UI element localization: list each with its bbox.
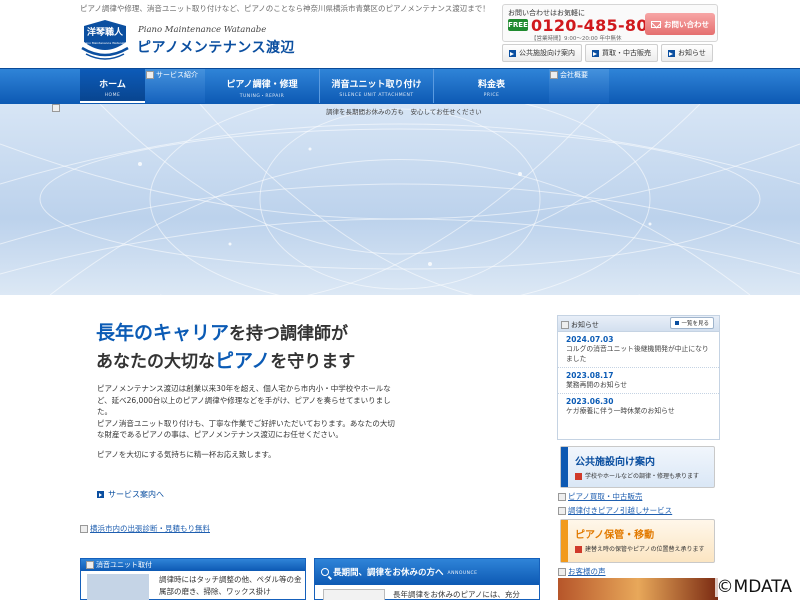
search-icon — [321, 568, 329, 576]
long-rest-box: 長期間、調律をお休みの方へ ANNOUNCE 長年調律をお休みのピアノには、充分 — [314, 558, 540, 600]
long-rest-box-text: 長年調律をお休みのピアノには、充分 — [393, 590, 520, 599]
contact-box: お問い合わせはお気軽に FREE 0120-485-808 【営業時間】9:00… — [502, 4, 718, 42]
header-tagline: ピアノ調律や修理、消音ユニット取り付けなど、ピアノのことなら神奈川県横浜市青葉区… — [80, 4, 490, 13]
news-panel: お知らせ 一覧を見る 2024.07.03 コルグの消音ユニット後継機開発が中止… — [557, 315, 720, 440]
news-item[interactable]: 2023.06.30 ケガ療養に伴う一時休業のお知らせ — [558, 394, 719, 419]
hero-banner: 調律を長期間お休みの方も 安心してお任せください — [0, 104, 800, 295]
broken-image-icon — [558, 492, 566, 501]
mail-icon — [651, 20, 661, 28]
sidebar-link-customer-voice[interactable]: お客様の声 — [558, 566, 606, 577]
logo-badge-sub: Piano Maintenance Watanabe — [83, 41, 128, 45]
intro-paragraph-1: ピアノメンテナンス渡辺は創業以来30年を超え、個人宅から市内小・中学校やホールな… — [97, 384, 391, 416]
silence-unit-box-header: 消音ユニット取付 — [81, 559, 305, 571]
nav-item-price[interactable]: 料金表 PRICE — [433, 69, 549, 103]
broken-image-icon — [558, 506, 566, 515]
intro-paragraph-2: ピアノ消音ユニット取り付けも、丁寧な作業でご好評いただいております。あなたの大切… — [97, 418, 395, 440]
silence-unit-thumbnail — [87, 574, 149, 600]
sidebar-link-moving-service[interactable]: 調律付きピアノ引越しサービス — [558, 505, 672, 516]
service-guide-link[interactable]: サービス案内へ — [97, 489, 164, 500]
contact-button[interactable]: お問い合わせ — [645, 13, 715, 35]
broken-image-icon — [146, 71, 154, 79]
news-panel-header: お知らせ 一覧を見る — [558, 316, 719, 332]
news-item[interactable]: 2023.08.17 業務再開のお知らせ — [558, 368, 719, 394]
contact-button-label: お問い合わせ — [664, 19, 709, 29]
arrow-right-icon — [668, 49, 675, 57]
long-rest-thumbnail — [323, 589, 385, 600]
logo-subtitle: Piano Maintenance Watanabe — [138, 25, 267, 35]
hero-light-lines-graphic — [0, 104, 800, 295]
lead-heading: 長年のキャリアを持つ調律師が あなたの大切なピアノを守ります — [96, 322, 356, 372]
header-sublinks: 公共施設向け案内 買取・中古販売 お知らせ — [502, 44, 713, 62]
long-rest-box-header: 長期間、調律をお休みの方へ ANNOUNCE — [315, 559, 539, 585]
logo-badge-icon[interactable]: 洋琴職人 Piano Maintenance Watanabe — [80, 18, 130, 60]
sublink-buy-sell[interactable]: 買取・中古販売 — [585, 44, 658, 62]
hero-broken-image — [52, 104, 60, 112]
free-dial-icon: FREE — [508, 19, 528, 31]
silence-unit-box: 消音ユニット取付 調律時にはタッチ調整の他、ペダル等の金属部の磨き、掃除、ワック… — [80, 558, 306, 600]
nav-item-tuning-repair[interactable]: ピアノ調律・修理 TUNING・REPAIR — [205, 69, 319, 103]
news-view-all-button[interactable]: 一覧を見る — [670, 317, 714, 329]
public-facility-banner[interactable]: 公共施設向け案内 学校やホールなどの調律・修理も承ります — [560, 446, 715, 488]
news-item[interactable]: 2024.07.03 コルグの消音ユニット後継機開発が中止になりました — [558, 332, 719, 368]
broken-image-icon — [86, 561, 94, 569]
watermark: ©MDATA — [714, 577, 794, 597]
broken-image-icon — [561, 321, 569, 329]
global-nav: ホーム HOME サービス紹介 ピアノ調律・修理 TUNING・REPAIR 消音ユ… — [0, 68, 800, 104]
intro-paragraph-3: ピアノを大切にする気持ちに精一杯お応え致します。 — [97, 449, 276, 459]
broken-image-icon — [550, 71, 558, 79]
nav-item-company-broken[interactable]: 会社概要 — [549, 69, 609, 103]
contact-phone-number[interactable]: 0120-485-808 — [531, 16, 659, 35]
logo-badge-text: 洋琴職人 — [87, 26, 124, 38]
sublink-public-facility[interactable]: 公共施設向け案内 — [502, 44, 582, 62]
arrow-right-icon — [509, 49, 516, 57]
storage-moving-banner[interactable]: ピアノ保管・移動 建替え時の保管やピアノの位置替え承ります — [560, 519, 715, 563]
intro-text: ピアノメンテナンス渡辺は創業以来30年を超え、個人宅から市内小・中学校やホールな… — [97, 383, 397, 460]
arrow-right-icon — [675, 321, 680, 325]
hero-note: 調律を長期間お休みの方も 安心してお任せください — [326, 108, 482, 116]
silence-unit-box-text: 調律時にはタッチ調整の他、ペダル等の金属部の磨き、掃除、ワックス掛け — [159, 575, 302, 596]
sidebar-link-buy-sell[interactable]: ピアノ買取・中古販売 — [558, 491, 642, 502]
nav-item-silence-unit[interactable]: 消音ユニット取り付け SILENCE UNIT ATTACHMENT — [319, 69, 433, 103]
broken-image-icon — [52, 104, 60, 112]
customer-voice-thumbnail[interactable] — [558, 578, 718, 600]
arrow-right-icon — [592, 49, 599, 57]
free-visit-estimate-link[interactable]: 横浜市内の出張診断・見積もり無料 — [80, 523, 210, 534]
broken-image-icon — [80, 524, 88, 533]
nav-item-home[interactable]: ホーム HOME — [80, 69, 145, 103]
logo-title[interactable]: ピアノメンテナンス渡辺 — [137, 37, 295, 57]
arrow-right-icon — [97, 491, 104, 498]
arrow-right-icon — [575, 546, 582, 553]
arrow-right-icon — [575, 473, 582, 480]
sublink-news[interactable]: お知らせ — [661, 44, 713, 62]
site-header: ピアノ調律や修理、消音ユニット取り付けなど、ピアノのことなら神奈川県横浜市青葉区… — [0, 0, 800, 68]
broken-image-icon — [558, 567, 566, 576]
contact-hours: 【営業時間】9:00～20:00 年中無休 — [531, 36, 622, 42]
nav-item-service-broken[interactable]: サービス紹介 — [145, 69, 205, 103]
